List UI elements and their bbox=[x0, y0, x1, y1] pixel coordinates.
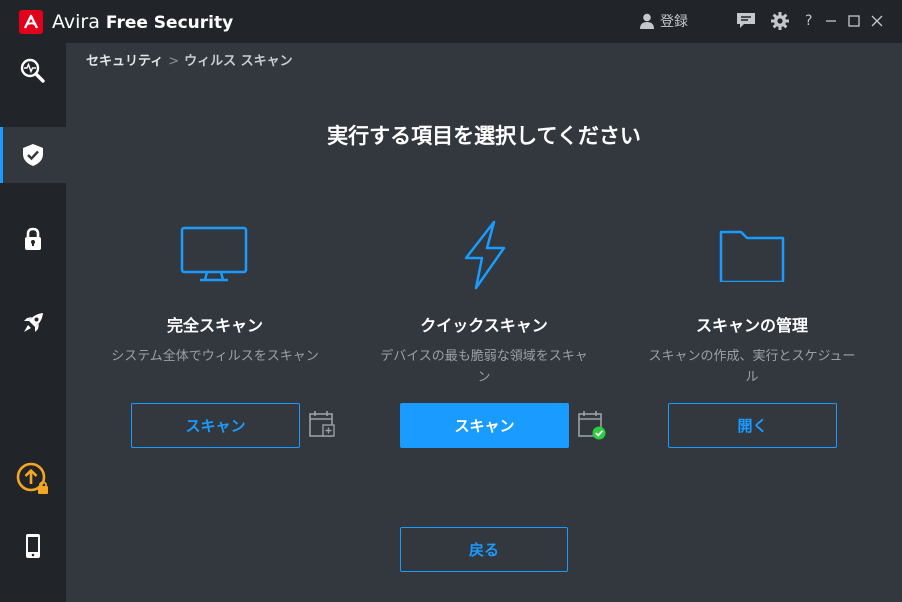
phone-icon bbox=[26, 534, 40, 558]
full-scan-description: システム全体でウィルスをスキャン bbox=[111, 349, 319, 364]
sidebar-item-mobile[interactable] bbox=[0, 518, 66, 574]
calendar-add-icon bbox=[309, 411, 335, 437]
breadcrumb-separator: > bbox=[168, 54, 180, 69]
help-label: ? bbox=[805, 13, 813, 29]
quick-scan-button[interactable]: スキャン bbox=[400, 403, 569, 448]
manage-scans-title: スキャンの管理 bbox=[695, 316, 808, 335]
calendar-check-icon bbox=[578, 411, 606, 440]
manage-scans-card: スキャンの管理 スキャンの作成、実行とスケジュール bbox=[627, 220, 877, 388]
open-scan-manager-button[interactable]: 開く bbox=[668, 403, 837, 448]
back-button[interactable]: 戻る bbox=[400, 527, 568, 572]
breadcrumb-current: ウィルス スキャン bbox=[184, 54, 293, 69]
app-title: Avira Free Security bbox=[52, 10, 233, 35]
folder-icon bbox=[719, 230, 785, 282]
maximize-button[interactable] bbox=[848, 11, 860, 31]
title-bar: Avira Free Security 登録 ? bbox=[0, 0, 902, 43]
full-scan-button[interactable]: スキャン bbox=[131, 403, 300, 448]
register-button[interactable]: 登録 bbox=[640, 11, 688, 31]
page-title: 実行する項目を選択してください bbox=[327, 124, 641, 148]
full-scan-title: 完全スキャン bbox=[166, 316, 263, 335]
minimize-button[interactable] bbox=[825, 11, 837, 31]
register-label: 登録 bbox=[660, 14, 688, 30]
sidebar-item-status-scan[interactable] bbox=[0, 43, 66, 99]
quick-scan-title: クイックスキャン bbox=[420, 316, 548, 335]
lock-icon bbox=[25, 227, 41, 250]
quick-scan-scheduled-indicator[interactable] bbox=[577, 410, 607, 444]
sidebar-item-upgrade[interactable] bbox=[0, 451, 66, 507]
rocket-icon bbox=[24, 313, 43, 332]
sidebar-item-performance[interactable] bbox=[0, 295, 66, 351]
quick-scan-description: デバイスの最も脆弱な領域をスキャン bbox=[380, 349, 588, 385]
sidebar bbox=[0, 43, 66, 602]
full-scan-card: 完全スキャン システム全体でウィルスをスキャン bbox=[90, 220, 340, 367]
feedback-button[interactable] bbox=[736, 11, 756, 31]
magnifier-pulse-icon bbox=[20, 58, 45, 83]
minimize-icon bbox=[826, 20, 836, 22]
help-button[interactable]: ? bbox=[805, 11, 812, 31]
close-icon bbox=[871, 15, 883, 27]
quick-scan-card: クイックスキャン デバイスの最も脆弱な領域をスキャン bbox=[359, 220, 609, 388]
user-icon bbox=[640, 13, 654, 29]
sidebar-item-privacy[interactable] bbox=[0, 211, 66, 267]
lightning-icon bbox=[464, 220, 506, 290]
feedback-icon bbox=[737, 13, 755, 28]
settings-button[interactable] bbox=[771, 11, 789, 31]
upgrade-arrow-icon bbox=[16, 462, 48, 494]
product-name: Free Security bbox=[105, 13, 234, 33]
schedule-full-scan-button[interactable] bbox=[308, 410, 336, 442]
brand-name: Avira bbox=[52, 11, 100, 33]
breadcrumb: セキュリティ > ウィルス スキャン bbox=[86, 50, 293, 69]
maximize-icon bbox=[848, 15, 860, 27]
avira-logo-icon bbox=[19, 10, 43, 34]
gear-icon bbox=[771, 12, 789, 30]
breadcrumb-security-link[interactable]: セキュリティ bbox=[86, 54, 163, 69]
shield-check-icon bbox=[23, 144, 43, 166]
manage-scans-description: スキャンの作成、実行とスケジュール bbox=[648, 349, 856, 385]
sidebar-item-security[interactable] bbox=[0, 127, 66, 183]
close-button[interactable] bbox=[871, 11, 883, 31]
monitor-icon bbox=[180, 226, 248, 282]
